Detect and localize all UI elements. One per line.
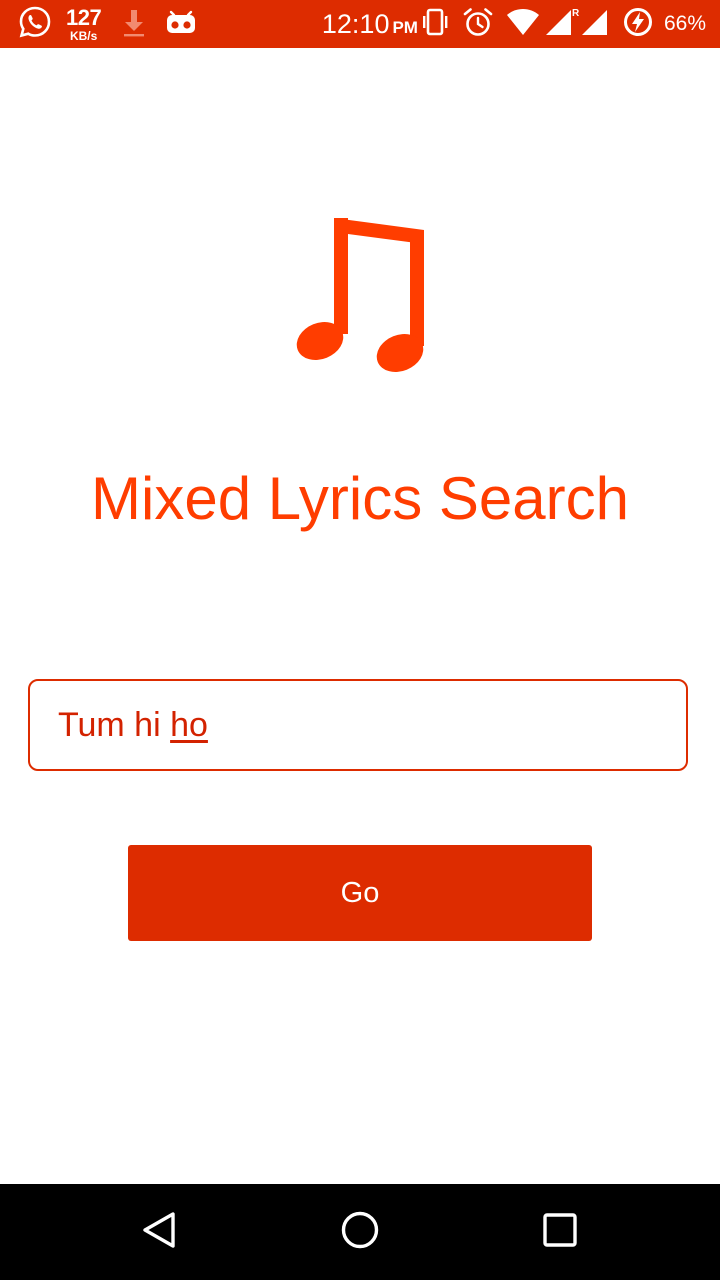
home-icon <box>340 1210 380 1254</box>
download-icon <box>121 5 147 43</box>
clock-period: PM <box>392 17 418 37</box>
whatsapp-icon <box>18 5 52 43</box>
status-bar: 127 KB/s 12:10 PM R 66% <box>0 0 720 48</box>
search-input[interactable]: Tum hi ho <box>28 679 688 771</box>
battery-charging-icon <box>622 6 654 42</box>
clock: 12:10 PM <box>322 9 418 40</box>
vibrate-icon <box>420 6 450 42</box>
network-speed: 127 KB/s <box>66 4 102 43</box>
alarm-icon <box>462 6 494 42</box>
go-button[interactable]: Go <box>128 845 592 941</box>
recents-button[interactable] <box>500 1184 620 1280</box>
music-note-icon <box>296 218 426 374</box>
status-bar-right: 12:10 PM R 66% <box>322 0 706 48</box>
clock-time: 12:10 <box>321 8 390 39</box>
network-speed-unit: KB/s <box>69 28 98 43</box>
back-icon <box>140 1210 180 1254</box>
svg-text:R: R <box>572 8 580 19</box>
signal-icon <box>580 6 610 42</box>
home-button[interactable] <box>300 1184 420 1280</box>
search-input-value: Tum hi <box>58 705 171 744</box>
network-speed-value: 127 <box>66 4 102 30</box>
search-input-text[interactable]: Tum hi ho <box>58 706 208 745</box>
wifi-icon <box>506 7 540 41</box>
battery-percent: 66% <box>663 12 706 35</box>
voicemail-icon <box>165 6 197 42</box>
app-title: Mixed Lyrics Search <box>91 465 629 532</box>
navigation-bar <box>0 1184 720 1280</box>
status-bar-left: 127 KB/s <box>18 0 197 48</box>
recents-icon <box>540 1210 580 1254</box>
back-button[interactable] <box>100 1184 220 1280</box>
signal-roaming-icon: R <box>544 6 580 42</box>
search-input-composing-text: ho <box>170 705 208 744</box>
